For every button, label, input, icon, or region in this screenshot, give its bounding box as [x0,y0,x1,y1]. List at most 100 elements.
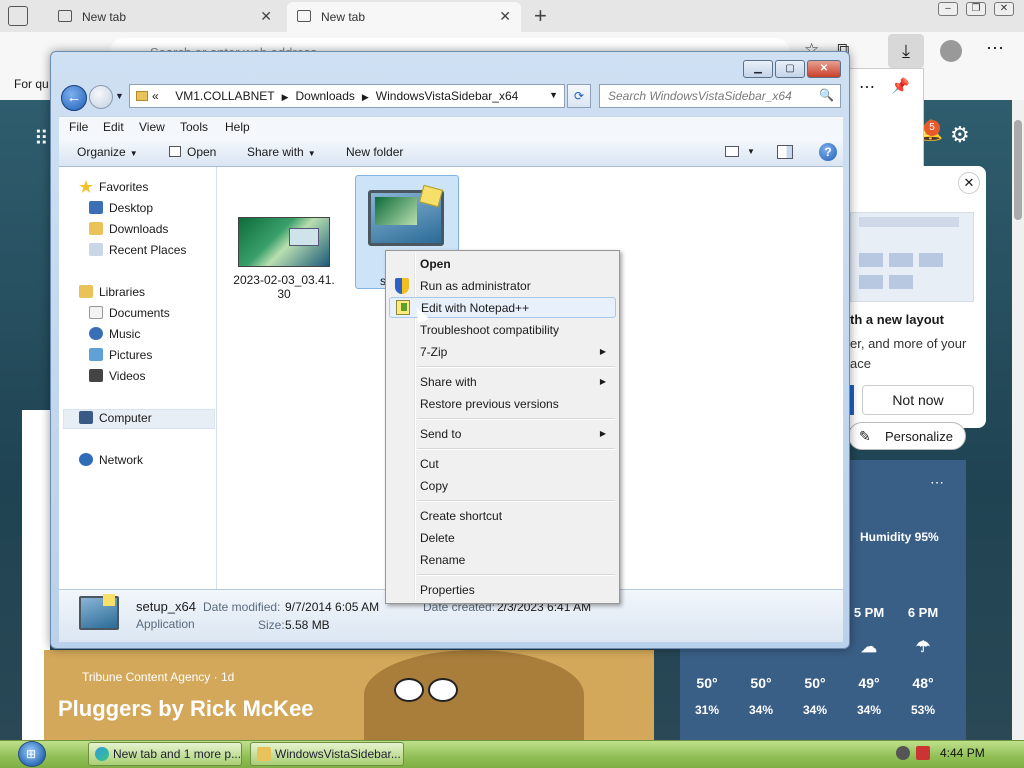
menu-help[interactable]: Help [225,120,250,134]
minimize-button[interactable]: ▁ [743,60,773,78]
comic-title[interactable]: Pluggers by Rick McKee [58,696,314,722]
close-icon[interactable]: ✕ [499,8,511,25]
menu-file[interactable]: File [69,120,88,134]
search-icon[interactable]: 🔍 [819,88,834,102]
file-name: 2023-02-03_03.41. 30 [233,273,335,301]
more-options-icon[interactable]: ⋯ [930,474,944,491]
more-options-icon[interactable]: ⋯ [986,38,1004,59]
taskbar-item-edge[interactable]: New tab and 1 more p... [88,742,242,766]
menu-item-create-shortcut[interactable]: Create shortcut [389,506,616,527]
breadcrumb-item[interactable]: WindowsVistaSidebar_x64 [376,89,519,103]
tab-new-tab-1[interactable]: New tab ✕ [48,2,282,32]
forecast-precip: 34% [802,703,828,717]
nav-recent-places[interactable]: Recent Places [89,243,186,257]
menu-item-send-to[interactable]: Send to ▶ [389,424,616,445]
breadcrumb-item[interactable]: VM1.COLLABNET [175,89,274,103]
back-button[interactable]: ← [61,85,87,111]
forecast-time: 6 PM [907,605,939,620]
notification-badge: 5 [924,120,940,136]
new-tab-button[interactable]: + [534,3,547,29]
nav-libraries[interactable]: Libraries [79,285,145,299]
nav-videos[interactable]: Videos [89,369,145,383]
page-scrollbar[interactable] [1012,100,1024,740]
search-input[interactable]: Search WindowsVistaSidebar_x64 🔍 [599,84,841,108]
menu-item-cut[interactable]: Cut [389,454,616,475]
menu-item-properties[interactable]: Properties [389,580,616,601]
chevron-down-icon[interactable]: ▼ [549,90,558,100]
menu-item-rename[interactable]: Rename [389,550,616,571]
menu-item-copy[interactable]: Copy [389,476,616,497]
pin-icon[interactable]: 📌 [891,77,910,95]
menu-item-run-as-admin[interactable]: Run as administrator [389,276,616,297]
system-tray: 4:44 PM [892,741,1024,767]
organize-button[interactable]: Organize ▼ [77,145,138,159]
detail-size-label: Size: [258,618,285,632]
command-bar: Organize ▼ Open Share with ▼ New folder ▼ … [59,138,843,167]
maximize-button[interactable]: ▢ [775,60,805,78]
downloads-button[interactable]: ⤓ [888,34,924,68]
maximize-button[interactable]: ❐ [966,2,986,16]
preview-pane-icon[interactable] [777,145,793,159]
chevron-right-icon[interactable]: ▶ [282,92,289,102]
menu-item-restore-versions[interactable]: Restore previous versions [389,394,616,415]
nav-pictures[interactable]: Pictures [89,348,152,362]
breadcrumb-overflow[interactable]: « [152,89,159,103]
change-view-icon[interactable] [725,146,739,157]
profile-icon[interactable] [940,40,962,62]
menu-item-open[interactable]: Open [389,254,616,275]
breadcrumb-item[interactable]: Downloads [296,89,355,103]
nav-computer[interactable]: Computer [79,411,152,425]
menu-item-share-with[interactable]: Share with ▶ [389,372,616,393]
nav-network[interactable]: Network [79,453,143,467]
close-icon[interactable]: ✕ [260,8,272,25]
not-now-button[interactable]: Not now [862,385,974,415]
share-with-button[interactable]: Share with ▼ [247,145,316,159]
breadcrumb[interactable]: « VM1.COLLABNET ▶ Downloads ▶ WindowsVistaSi… [129,84,565,108]
menu-item-7zip[interactable]: 7-Zip ▶ [389,342,616,363]
forecast-precip: 31% [694,703,720,717]
forecast-temp: 48° [912,675,934,691]
minimize-button[interactable]: – [938,2,958,16]
help-icon[interactable]: ? [819,143,837,161]
open-button[interactable]: Open [169,145,216,159]
tab-label: New tab [82,10,127,24]
network-status-icon[interactable] [916,746,930,760]
humidity-label[interactable]: Humidity 95% [860,530,939,544]
personalize-button[interactable]: ✎ Personalize [848,422,966,450]
volume-icon[interactable] [896,746,910,760]
recent-pages-dropdown[interactable]: ▼ [115,91,124,101]
close-button[interactable]: ✕ [994,2,1014,16]
start-button[interactable]: ⊞ [18,741,46,767]
refresh-button[interactable]: ⟳ [567,84,591,108]
menu-item-troubleshoot[interactable]: Troubleshoot compatibility [389,320,616,341]
taskbar-item-explorer[interactable]: WindowsVistaSidebar... [250,742,404,766]
rain-cloud-icon: ☂ [915,639,931,656]
tab-actions-icon[interactable] [8,6,28,26]
comic-image[interactable] [44,650,654,740]
more-options-icon[interactable]: ⋯ [859,77,875,97]
close-button[interactable]: ✕ [807,60,841,78]
nav-downloads[interactable]: Downloads [89,222,168,236]
new-folder-button[interactable]: New folder [346,145,403,159]
clock[interactable]: 4:44 PM [940,746,985,760]
menu-view[interactable]: View [139,120,165,134]
pencil-icon: ✎ [859,428,871,444]
chevron-down-icon[interactable]: ▼ [747,147,755,156]
nav-desktop[interactable]: Desktop [89,201,153,215]
apps-grid-icon[interactable]: ⠿ [34,126,49,151]
favorites-bar-text[interactable]: For qu [14,77,49,91]
forward-button[interactable] [89,85,113,109]
explorer-window-controls: ▁ ▢ ✕ [743,60,841,78]
gear-icon[interactable]: ⚙ [950,122,970,148]
nav-documents[interactable]: Documents [89,306,170,320]
menu-edit[interactable]: Edit [103,120,124,134]
tab-new-tab-2[interactable]: New tab ✕ [287,2,521,32]
submenu-arrow-icon: ▶ [599,377,606,386]
menu-item-delete[interactable]: Delete [389,528,616,549]
close-icon[interactable]: ✕ [958,172,980,194]
nav-favorites[interactable]: Favorites [79,180,148,194]
application-icon [368,184,444,246]
nav-music[interactable]: Music [89,327,140,341]
chevron-right-icon[interactable]: ▶ [362,92,369,102]
menu-tools[interactable]: Tools [180,120,208,134]
